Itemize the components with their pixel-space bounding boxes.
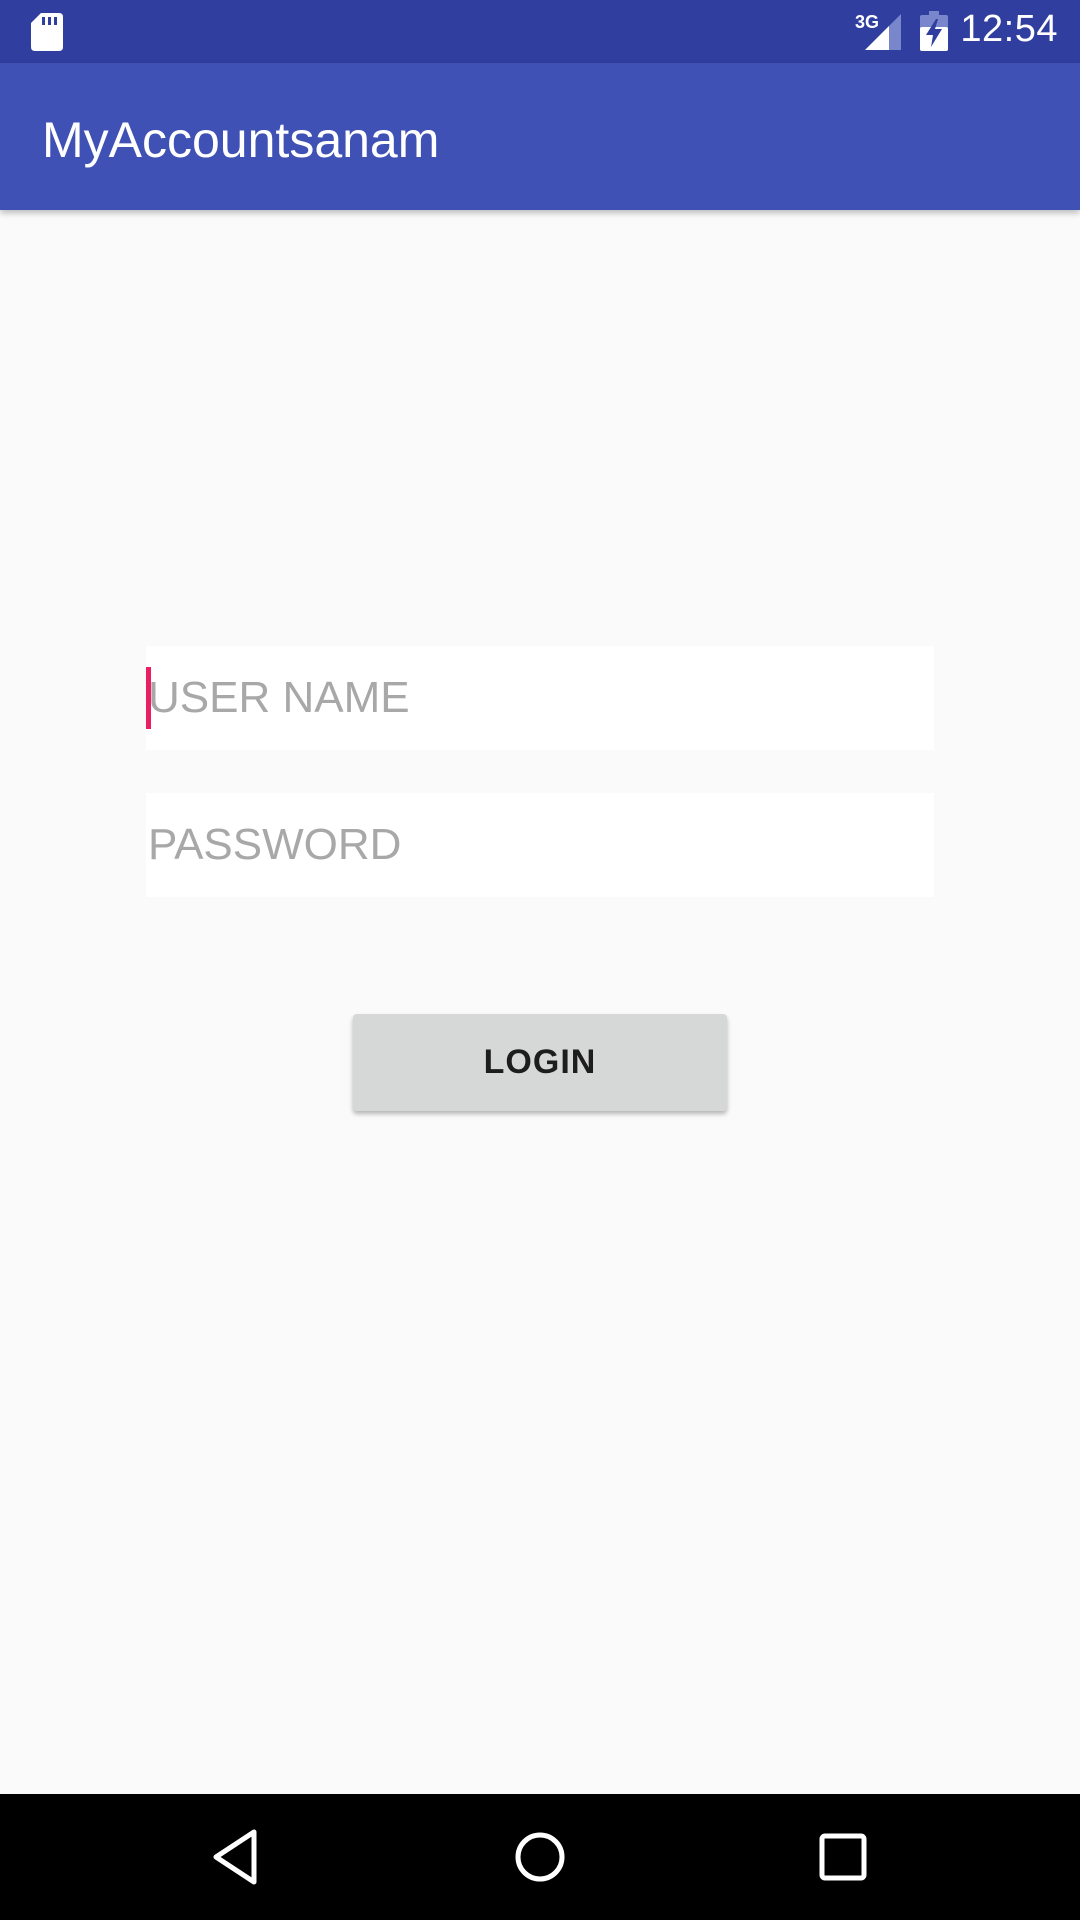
navigation-bar xyxy=(0,1794,1080,1920)
app-title: MyAccountsanam xyxy=(42,112,440,168)
login-button[interactable]: LOGIN xyxy=(353,1014,727,1111)
network-type-label: 3G xyxy=(855,12,880,32)
sd-card-icon xyxy=(31,13,63,51)
status-clock: 12:54 xyxy=(960,8,1058,50)
status-bar: 3G 12:54 xyxy=(0,0,1080,63)
app-toolbar: MyAccountsanam xyxy=(0,63,1080,210)
password-input[interactable] xyxy=(146,793,934,897)
battery-charging-icon xyxy=(920,11,948,51)
home-icon[interactable] xyxy=(507,1824,573,1890)
recent-apps-icon[interactable] xyxy=(810,1824,876,1890)
back-icon[interactable] xyxy=(204,1824,270,1890)
username-input[interactable] xyxy=(146,646,934,750)
text-cursor xyxy=(146,667,151,729)
